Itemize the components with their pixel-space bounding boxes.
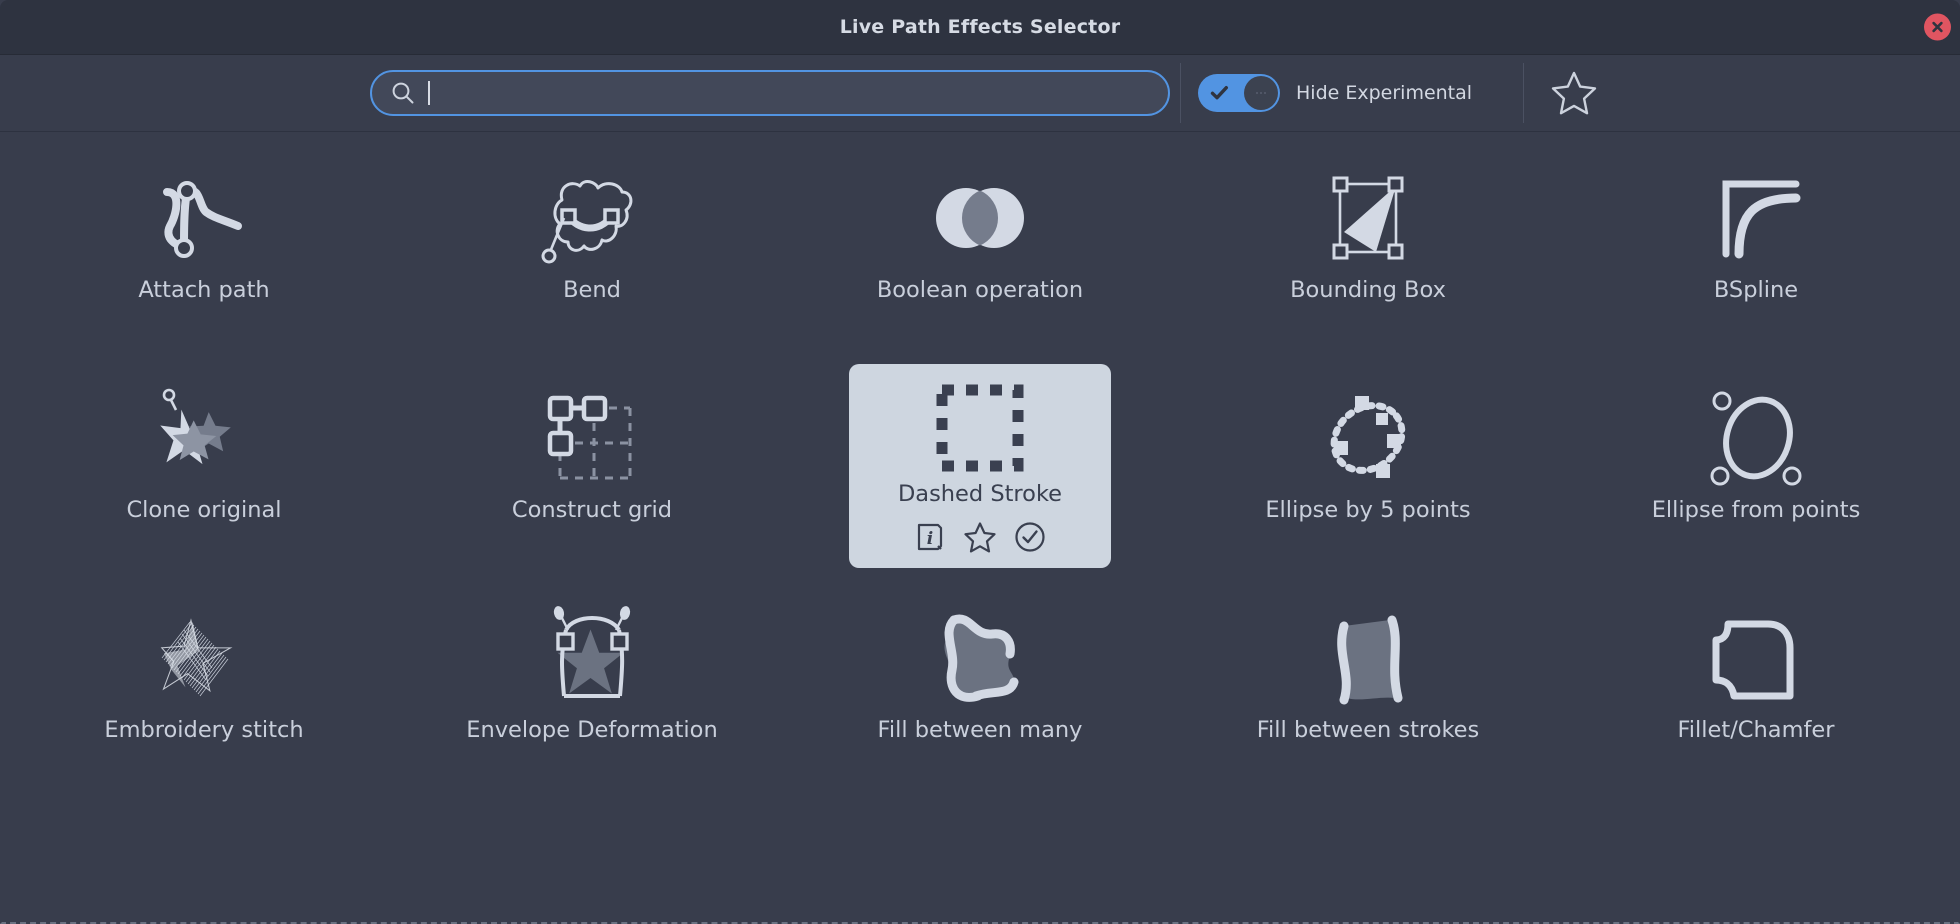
boolean-operation-icon xyxy=(936,188,1024,248)
effect-tile-embroidery-stitch[interactable]: Embroidery stitch xyxy=(10,584,398,804)
search-field[interactable] xyxy=(370,70,1170,116)
tile-icon xyxy=(1316,386,1420,490)
tile-label: Ellipse by 5 points xyxy=(1265,497,1471,523)
close-button[interactable] xyxy=(1924,13,1951,41)
tile-icon xyxy=(1704,386,1808,490)
tile-label: Bend xyxy=(563,277,621,303)
effect-tile-bend[interactable]: Bend xyxy=(398,144,786,364)
favorites-filter-button[interactable] xyxy=(1548,67,1600,119)
effect-tile-boolean-operation[interactable]: Boolean operation xyxy=(786,144,1174,364)
tile-icon xyxy=(152,166,256,270)
effect-tile-bspline[interactable]: BSpline xyxy=(1562,144,1950,364)
tile-icon xyxy=(152,386,256,490)
fillet-chamfer-icon xyxy=(1712,620,1794,700)
search-icon xyxy=(392,82,414,104)
tile-actions: i xyxy=(913,520,1047,554)
effect-tile-ellipse-from-points[interactable]: Ellipse from points xyxy=(1562,364,1950,584)
effect-tile-clone-original[interactable]: Clone original xyxy=(10,364,398,584)
star-outline-icon xyxy=(1551,71,1597,115)
tile-label: Dashed Stroke xyxy=(897,481,1063,508)
toolbar: Hide Experimental xyxy=(0,55,1960,132)
tile-icon xyxy=(1316,166,1420,270)
effect-tile-fillet-chamfer[interactable]: Fillet/Chamfer xyxy=(1562,584,1950,804)
tile-label: Fill between many xyxy=(877,717,1083,743)
star-icon xyxy=(964,522,996,553)
svg-text:i: i xyxy=(927,529,933,549)
tile-icon xyxy=(928,166,1032,270)
titlebar: Live Path Effects Selector xyxy=(0,0,1960,55)
tile-icon xyxy=(928,606,1032,710)
bounding-box-icon xyxy=(1332,176,1404,260)
toolbar-divider-1 xyxy=(1180,63,1181,123)
construct-grid-icon xyxy=(547,395,632,480)
apply-button[interactable] xyxy=(1013,520,1047,554)
effects-grid-area[interactable]: Attach path Bend Boolean operation Bound… xyxy=(0,132,1960,924)
embroidery-stitch-icon xyxy=(160,618,233,697)
tile-icon xyxy=(1704,606,1808,710)
tile-label: Fill between strokes xyxy=(1256,717,1480,743)
effect-tile-dashed-stroke[interactable]: Dashed Stroke i xyxy=(849,364,1111,568)
tile-icon xyxy=(1316,606,1420,710)
tile-label: Embroidery stitch xyxy=(104,717,304,743)
effect-tile-attach-path[interactable]: Attach path xyxy=(10,144,398,364)
ellipse-by-5-points-icon xyxy=(1330,396,1406,478)
toggle-knob xyxy=(1244,76,1278,110)
effect-tile-ellipse-by-5-points[interactable]: Ellipse by 5 points xyxy=(1174,364,1562,584)
tile-label: BSpline xyxy=(1713,277,1799,303)
effect-tile-bounding-box[interactable]: Bounding Box xyxy=(1174,144,1562,364)
tile-label: Bounding Box xyxy=(1290,277,1446,303)
tile-icon xyxy=(540,166,644,270)
tile-label: Clone original xyxy=(126,497,282,523)
hide-experimental-toggle-group[interactable]: Hide Experimental xyxy=(1198,74,1472,112)
tile-icon xyxy=(152,606,256,710)
effect-tile-envelope-deformation[interactable]: Envelope Deformation xyxy=(398,584,786,804)
ellipse-from-points-icon xyxy=(1710,391,1802,486)
tile-label: Boolean operation xyxy=(876,277,1084,303)
tile-icon xyxy=(540,386,644,490)
text-caret xyxy=(428,81,430,105)
tile-label: Attach path xyxy=(138,277,270,303)
dashed-stroke-icon xyxy=(936,384,1024,472)
info-button[interactable]: i xyxy=(913,520,947,554)
tile-icon xyxy=(540,606,644,710)
effect-tile-fill-between-many[interactable]: Fill between many xyxy=(786,584,1174,804)
check-icon xyxy=(1015,522,1045,552)
tile-label: Ellipse from points xyxy=(1651,497,1861,523)
effects-grid: Attach path Bend Boolean operation Bound… xyxy=(2,134,1958,804)
hide-experimental-label: Hide Experimental xyxy=(1296,82,1473,104)
effect-tile-fill-between-strokes[interactable]: Fill between strokes xyxy=(1174,584,1562,804)
tile-icon xyxy=(928,382,1032,474)
search-input[interactable] xyxy=(440,72,1150,114)
tile-label: Fillet/Chamfer xyxy=(1677,717,1835,743)
toolbar-divider-2 xyxy=(1523,63,1524,123)
page-title: Live Path Effects Selector xyxy=(839,16,1121,38)
close-icon xyxy=(1932,21,1943,33)
live-path-effects-selector-window: Live Path Effects Selector Hide Experime… xyxy=(0,0,1960,924)
fill-between-strokes-icon xyxy=(1337,615,1403,705)
tile-label: Envelope Deformation xyxy=(466,717,718,743)
fill-between-many-icon xyxy=(944,614,1019,702)
hide-experimental-toggle[interactable] xyxy=(1198,74,1280,112)
tile-label: Construct grid xyxy=(511,497,673,523)
info-icon: i xyxy=(917,523,943,551)
bspline-icon xyxy=(1722,180,1801,259)
attach-path-icon xyxy=(163,181,242,258)
favorite-button[interactable] xyxy=(963,520,997,554)
bend-icon xyxy=(541,180,633,264)
tile-icon xyxy=(1704,166,1808,270)
envelope-deformation-icon xyxy=(553,606,631,698)
clone-original-icon xyxy=(160,388,231,465)
effect-tile-construct-grid[interactable]: Construct grid xyxy=(398,364,786,584)
check-icon xyxy=(1210,86,1228,100)
